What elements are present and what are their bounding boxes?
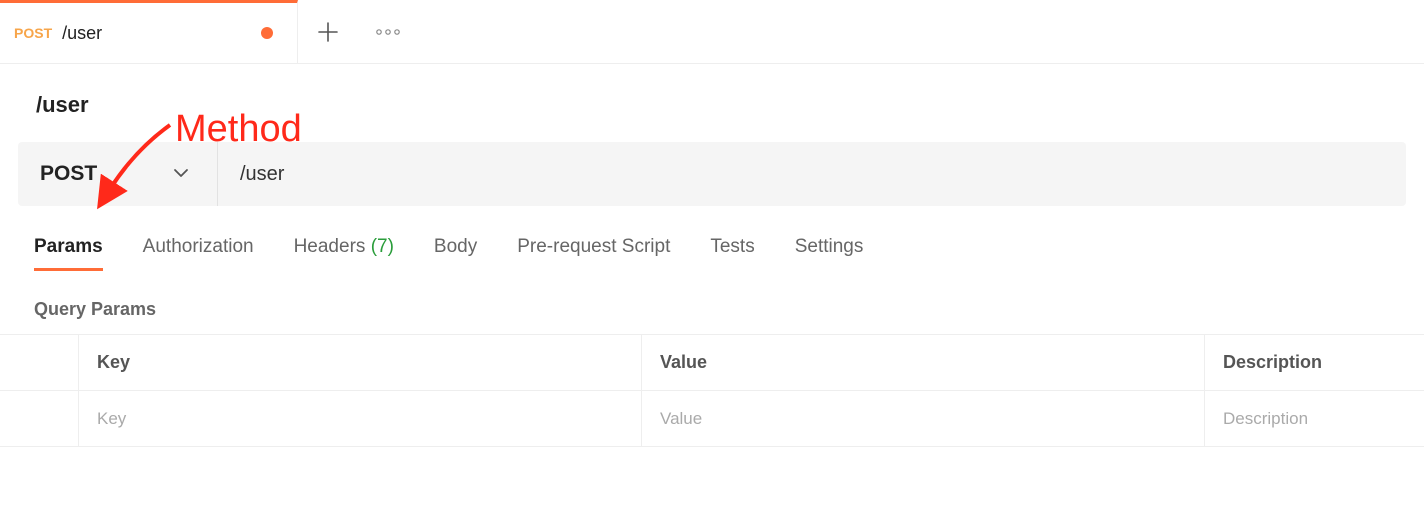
section-label-query-params: Query Params	[0, 279, 1424, 334]
tab-body[interactable]: Body	[434, 236, 477, 271]
tab-headers[interactable]: Headers (7)	[294, 236, 394, 271]
param-description-input[interactable]	[1223, 409, 1406, 429]
tab-settings[interactable]: Settings	[795, 236, 864, 271]
url-bar: POST	[18, 142, 1406, 206]
row-handle-header	[0, 335, 78, 390]
http-method-value: POST	[40, 162, 97, 186]
chevron-down-icon	[173, 165, 189, 183]
param-key-input[interactable]	[97, 409, 623, 429]
tab-authorization[interactable]: Authorization	[143, 236, 254, 271]
row-handle[interactable]	[0, 391, 78, 446]
http-method-select[interactable]: POST	[18, 142, 218, 206]
param-value-input[interactable]	[660, 409, 1186, 429]
unsaved-indicator-icon	[261, 27, 273, 39]
more-horizontal-icon	[375, 28, 401, 36]
table-header-row: Key Value Description	[0, 335, 1424, 391]
tab-overflow-button[interactable]	[358, 0, 418, 63]
request-title[interactable]: /user	[36, 92, 89, 117]
tab-request-user[interactable]: POST /user	[0, 0, 298, 63]
request-title-row: /user	[0, 64, 1424, 142]
tab-params[interactable]: Params	[34, 236, 103, 271]
request-url-input[interactable]	[218, 142, 1406, 206]
plus-icon	[317, 21, 339, 43]
tab-pre-request-script[interactable]: Pre-request Script	[517, 236, 670, 271]
tab-title: /user	[62, 23, 102, 44]
col-header-key: Key	[78, 335, 641, 390]
col-header-value: Value	[641, 335, 1204, 390]
query-params-table: Key Value Description	[0, 334, 1424, 447]
tab-headers-label: Headers	[294, 236, 366, 257]
col-header-description: Description	[1204, 335, 1424, 390]
tab-headers-count: (7)	[371, 236, 394, 257]
new-tab-button[interactable]	[298, 0, 358, 63]
tab-tests[interactable]: Tests	[710, 236, 754, 271]
tab-bar: POST /user	[0, 0, 1424, 64]
table-row	[0, 391, 1424, 447]
tab-method-label: POST	[14, 25, 52, 41]
request-subtabs: Params Authorization Headers (7) Body Pr…	[0, 206, 1424, 279]
